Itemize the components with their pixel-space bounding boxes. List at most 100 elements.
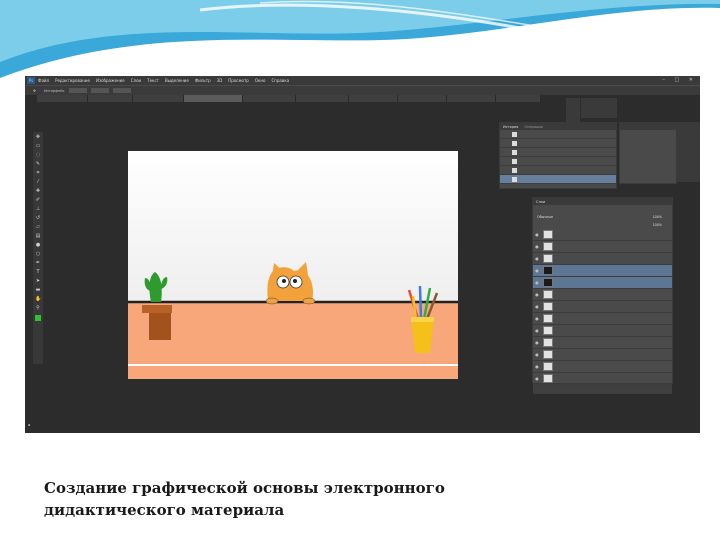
layers-filter-row[interactable] xyxy=(533,205,672,213)
eye-icon[interactable]: ● xyxy=(533,268,541,273)
layer-row-selected[interactable]: ● xyxy=(533,265,672,277)
eye-icon[interactable]: ● xyxy=(533,340,541,345)
document-tab-active[interactable] xyxy=(184,95,243,102)
healing-icon[interactable]: ✚ xyxy=(35,188,41,194)
properties-panel xyxy=(619,122,677,184)
menu-item-select[interactable]: Выделение xyxy=(165,78,189,83)
foreground-color-swatch[interactable] xyxy=(35,315,41,321)
menu-item-help[interactable]: Справка xyxy=(271,78,289,83)
history-step[interactable] xyxy=(500,157,616,166)
marquee-icon[interactable]: ▭ xyxy=(35,143,41,149)
eye-icon[interactable]: ● xyxy=(533,304,541,309)
layer-row[interactable]: ● xyxy=(533,349,672,361)
shape-icon[interactable]: ▬ xyxy=(35,287,41,293)
path-select-icon[interactable]: ➤ xyxy=(35,278,41,284)
document-tab[interactable] xyxy=(296,95,349,102)
layer-row[interactable]: ● xyxy=(533,289,672,301)
eye-icon[interactable]: ● xyxy=(533,376,541,381)
layer-thumbnail xyxy=(543,374,553,383)
gradient-icon[interactable]: ▤ xyxy=(35,233,41,239)
brush-icon[interactable]: ✐ xyxy=(35,197,41,203)
menu-item-type[interactable]: Текст xyxy=(147,78,159,83)
panel-row[interactable] xyxy=(620,146,676,154)
hand-icon[interactable]: ✋ xyxy=(35,296,41,302)
menu-bar: Ps Файл Редактирование Изображение Слои … xyxy=(25,76,700,85)
table-surface xyxy=(128,303,458,379)
layer-row[interactable]: ● xyxy=(533,253,672,265)
dodge-icon[interactable]: ○ xyxy=(35,251,41,257)
eye-icon[interactable]: ● xyxy=(533,316,541,321)
crop-icon[interactable]: ⌗ xyxy=(35,170,41,176)
eye-icon[interactable]: ● xyxy=(533,364,541,369)
tab-layers[interactable]: Слои xyxy=(533,200,548,204)
layer-row[interactable]: ● xyxy=(533,241,672,253)
document-tab[interactable] xyxy=(398,95,447,102)
zoom-icon[interactable]: ⚲ xyxy=(35,305,41,311)
move-icon[interactable]: ✥ xyxy=(35,134,41,140)
layer-row[interactable]: ● xyxy=(533,373,672,385)
history-step[interactable] xyxy=(500,166,616,175)
history-step[interactable] xyxy=(500,130,616,139)
document-tab[interactable] xyxy=(88,95,133,102)
panel-row[interactable] xyxy=(620,162,676,170)
options-field[interactable] xyxy=(112,88,131,93)
pen-icon[interactable]: ✒ xyxy=(35,260,41,266)
eraser-icon[interactable]: ▱ xyxy=(35,224,41,230)
quick-select-icon[interactable]: ✎ xyxy=(35,161,41,167)
layers-blend-row[interactable]: Обычные 100% xyxy=(533,213,672,221)
type-icon[interactable]: T xyxy=(35,269,41,275)
lasso-icon[interactable]: ◌ xyxy=(35,152,41,158)
menu-item-window[interactable]: Окно xyxy=(255,78,266,83)
eye-icon[interactable]: ● xyxy=(533,244,541,249)
document-tab[interactable] xyxy=(447,95,496,102)
document-tab[interactable] xyxy=(349,95,398,102)
move-icon[interactable]: ✥ xyxy=(33,89,36,93)
layer-row[interactable]: ● xyxy=(533,361,672,373)
blend-mode-select[interactable]: Обычные xyxy=(537,215,553,219)
eye-icon[interactable]: ● xyxy=(533,352,541,357)
blur-icon[interactable]: ● xyxy=(35,242,41,248)
layer-row[interactable]: ● xyxy=(533,313,672,325)
eye-icon[interactable]: ● xyxy=(533,328,541,333)
history-step[interactable] xyxy=(500,148,616,157)
document-tab[interactable] xyxy=(243,95,296,102)
tab-actions[interactable]: Операции xyxy=(521,125,546,129)
history-step-active[interactable] xyxy=(500,175,616,184)
options-field[interactable] xyxy=(68,88,87,93)
document-tab[interactable] xyxy=(37,95,88,102)
opacity-value[interactable]: 100% xyxy=(653,215,662,219)
eye-icon[interactable]: ● xyxy=(533,232,541,237)
layer-row-selected[interactable]: ● xyxy=(533,277,672,289)
panel-row[interactable] xyxy=(620,130,676,138)
menu-item-image[interactable]: Изображение xyxy=(96,78,125,83)
history-brush-icon[interactable]: ↺ xyxy=(35,215,41,221)
layer-row[interactable]: ● xyxy=(533,337,672,349)
eyedropper-icon[interactable]: ⁄ xyxy=(35,179,41,185)
layer-row[interactable]: ● xyxy=(533,229,672,241)
clone-stamp-icon[interactable]: ⊥ xyxy=(35,206,41,212)
caption-line-2: дидактического материала xyxy=(44,501,285,519)
options-field[interactable] xyxy=(90,88,109,93)
document-tab[interactable] xyxy=(133,95,184,102)
layer-row[interactable]: ● xyxy=(533,325,672,337)
window-controls[interactable]: – □ ✕ xyxy=(662,77,697,83)
history-step[interactable] xyxy=(500,139,616,148)
menu-item-3d[interactable]: 3D xyxy=(217,78,223,83)
eye-icon[interactable]: ● xyxy=(533,292,541,297)
options-label: Интерфейс xyxy=(43,88,65,93)
menu-item-filter[interactable]: Фильтр xyxy=(195,78,211,83)
panel-row[interactable] xyxy=(620,154,676,162)
document-tab[interactable] xyxy=(496,95,541,102)
layer-row[interactable]: ● xyxy=(533,301,672,313)
tab-history[interactable]: История xyxy=(500,125,521,129)
document-canvas[interactable] xyxy=(128,151,458,379)
menu-item-view[interactable]: Просмотр xyxy=(228,78,249,83)
menu-item-edit[interactable]: Редактирование xyxy=(55,78,90,83)
menu-item-file[interactable]: Файл xyxy=(38,78,49,83)
fill-value[interactable]: 100% xyxy=(653,223,662,227)
menu-item-layers[interactable]: Слои xyxy=(131,78,141,83)
layers-lock-row[interactable]: 100% xyxy=(533,221,672,229)
panel-row[interactable] xyxy=(620,138,676,146)
eye-icon[interactable]: ● xyxy=(533,280,541,285)
eye-icon[interactable]: ● xyxy=(533,256,541,261)
